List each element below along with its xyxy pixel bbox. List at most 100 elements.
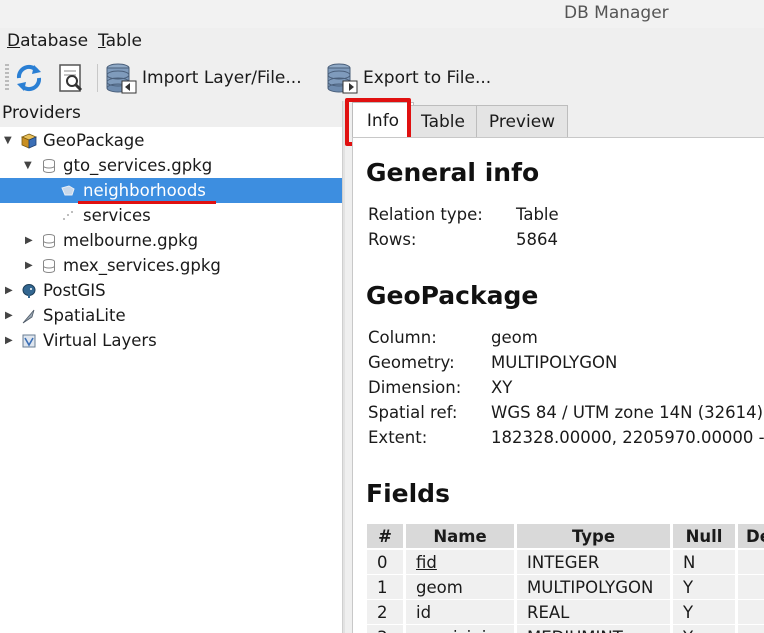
collapsed-arrow-icon[interactable]: ▶ — [5, 310, 13, 321]
refresh-button[interactable] — [13, 60, 45, 96]
tree-item-mex-services[interactable]: ▶ mex_services.gpkg — [0, 253, 342, 278]
database-icon — [43, 258, 55, 273]
polygon-layer-icon — [61, 184, 75, 195]
table-cell: MULTIPOLYGON — [517, 575, 670, 599]
tree-item-label: gto_services.gpkg — [63, 156, 213, 175]
table-cell: Y — [673, 625, 735, 633]
tree-item-virtual-layers[interactable]: ▶ Virtual Layers — [0, 328, 342, 353]
info-panel: General info Relation type: Table Rows: … — [352, 137, 764, 633]
menu-table[interactable]: Table — [98, 31, 142, 51]
tree-item-gto-services[interactable]: ▼ gto_services.gpkg — [0, 153, 342, 178]
panel-splitter[interactable] — [342, 101, 345, 633]
sql-window-button[interactable] — [55, 60, 87, 96]
export-file-button[interactable]: Export to File... — [325, 60, 491, 96]
database-export-icon — [327, 63, 358, 94]
tab-preview[interactable]: Preview — [476, 105, 568, 137]
table-cell: 3 — [367, 625, 403, 633]
window-title: DB Manager — [564, 3, 669, 23]
info-value: XY — [491, 378, 513, 397]
export-file-label: Export to File... — [363, 68, 492, 88]
tab-table[interactable]: Table — [409, 105, 477, 137]
info-value: 182328.00000, 2205970.00000 - — [491, 428, 764, 447]
database-icon — [43, 233, 55, 248]
table-header: # — [367, 524, 403, 548]
table-cell: Y — [673, 600, 735, 624]
table-cell: INTEGER — [517, 550, 670, 574]
table-cell: N — [673, 550, 735, 574]
info-key: Extent: — [368, 428, 428, 447]
annotation-underline — [78, 201, 216, 204]
general-info-heading: General info — [366, 158, 540, 187]
toolbar: Import Layer/File... Export to File... — [0, 56, 764, 100]
database-import-icon — [106, 63, 137, 94]
table-cell: geom — [406, 575, 514, 599]
table-cell — [738, 600, 764, 624]
table-cell: municipio — [406, 625, 514, 633]
virtual-layer-icon — [22, 334, 36, 347]
collapsed-arrow-icon[interactable]: ▶ — [25, 260, 33, 271]
tree-item-melbourne[interactable]: ▶ melbourne.gpkg — [0, 228, 342, 253]
info-value: 5864 — [516, 230, 558, 249]
tree-item-label: services — [83, 206, 151, 225]
table-cell — [738, 625, 764, 633]
table-cell: MEDIUMINT — [517, 625, 670, 633]
table-header: Name — [406, 524, 514, 548]
tab-preview-label: Preview — [488, 111, 556, 132]
spatialite-feather-icon — [22, 309, 35, 323]
table-header: Type — [517, 524, 670, 548]
table-cell — [738, 550, 764, 574]
postgis-elephant-icon — [22, 283, 36, 298]
import-layer-label: Import Layer/File... — [142, 68, 302, 88]
geopackage-heading: GeoPackage — [366, 281, 539, 310]
point-layer-icon — [63, 210, 73, 220]
table-cell: 2 — [367, 600, 403, 624]
info-value: Table — [516, 205, 559, 224]
expanded-arrow-icon[interactable]: ▼ — [4, 135, 12, 146]
table-header: Null — [673, 524, 735, 548]
tree-item-label: neighborhoods — [83, 181, 206, 200]
menu-database-label: atabase — [20, 31, 89, 51]
collapsed-arrow-icon[interactable]: ▶ — [5, 285, 13, 296]
menu-database[interactable]: Database — [7, 31, 88, 51]
tree-item-services[interactable]: services — [0, 203, 342, 228]
toolbar-grip[interactable] — [5, 64, 9, 92]
providers-header: Providers — [0, 101, 342, 127]
table-cell — [738, 575, 764, 599]
import-layer-button[interactable]: Import Layer/File... — [104, 60, 302, 96]
expanded-arrow-icon[interactable]: ▼ — [24, 160, 32, 171]
tree-item-postgis[interactable]: ▶ PostGIS — [0, 278, 342, 303]
info-key: Dimension: — [368, 378, 462, 397]
tree-item-label: GeoPackage — [43, 131, 145, 150]
info-key: Spatial ref: — [368, 403, 458, 422]
geopackage-icon — [21, 133, 37, 149]
menu-table-mnemonic: T — [98, 31, 106, 51]
menu-database-mnemonic: D — [7, 31, 21, 51]
providers-tree[interactable]: ▼ GeoPackage ▼ gto_services.gpkg neighbo… — [0, 127, 342, 633]
info-key: Column: — [368, 328, 437, 347]
tree-item-spatialite[interactable]: ▶ SpatiaLite — [0, 303, 342, 328]
tree-item-geopackage[interactable]: ▼ GeoPackage — [0, 128, 342, 153]
toolbar-separator — [97, 64, 98, 92]
tree-item-label: mex_services.gpkg — [63, 256, 221, 275]
tree-item-label: SpatiaLite — [43, 306, 126, 325]
tree-item-neighborhoods[interactable]: neighborhoods — [0, 178, 342, 203]
info-value: MULTIPOLYGON — [491, 353, 618, 372]
info-key: Relation type: — [368, 205, 483, 224]
tree-item-label: Virtual Layers — [43, 331, 157, 350]
table-cell: REAL — [517, 600, 670, 624]
collapsed-arrow-icon[interactable]: ▶ — [25, 235, 33, 246]
table-cell: Y — [673, 575, 735, 599]
table-cell: fid — [406, 550, 514, 574]
menu-table-label: able — [105, 31, 142, 51]
table-cell: id — [406, 600, 514, 624]
window-titlebar: DB Manager — [0, 0, 764, 28]
collapsed-arrow-icon[interactable]: ▶ — [5, 335, 13, 346]
refresh-icon — [16, 64, 42, 92]
table-cell: 1 — [367, 575, 403, 599]
info-value: geom — [491, 328, 538, 347]
info-key: Rows: — [368, 230, 417, 249]
menubar: Database Table — [0, 28, 764, 54]
table-header: De — [738, 524, 764, 548]
fields-heading: Fields — [366, 479, 450, 508]
tree-item-label: melbourne.gpkg — [63, 231, 199, 250]
